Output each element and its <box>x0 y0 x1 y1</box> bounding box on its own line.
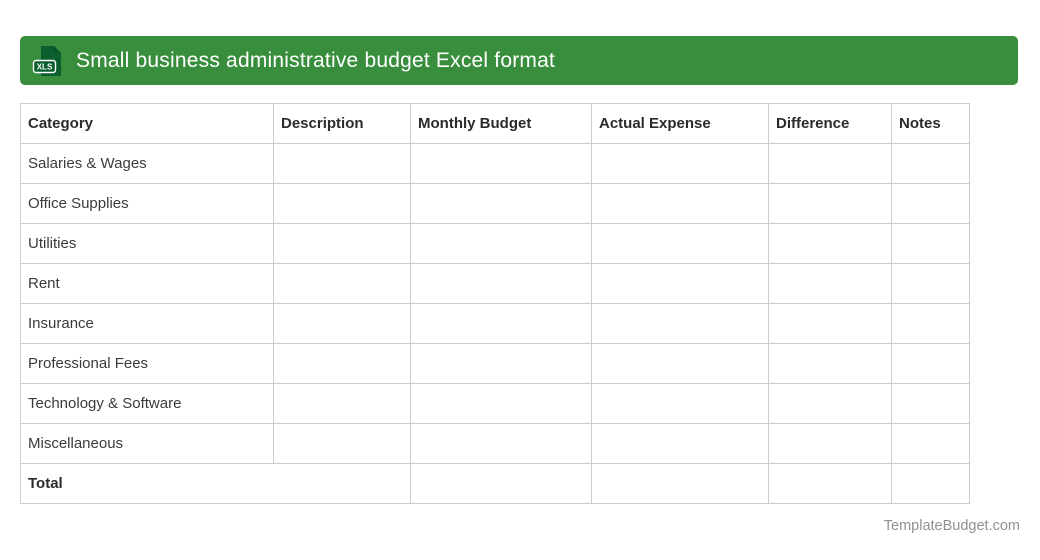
total-row: Total <box>20 463 970 504</box>
empty-cell-description <box>273 303 411 344</box>
table-row: Technology & Software <box>20 383 970 424</box>
empty-cell-actual-expense <box>591 143 769 184</box>
empty-cell-description <box>273 223 411 264</box>
table-row: Utilities <box>20 223 970 264</box>
empty-cell-actual-expense <box>591 183 769 224</box>
category-cell: Office Supplies <box>20 183 274 224</box>
empty-cell-difference <box>768 343 892 384</box>
empty-cell-monthly-budget <box>410 143 592 184</box>
empty-cell-notes <box>891 263 970 304</box>
column-header-notes: Notes <box>891 103 970 144</box>
empty-cell-notes <box>891 303 970 344</box>
empty-cell-monthly-budget <box>410 183 592 224</box>
total-label-cell: Total <box>20 463 411 504</box>
category-cell: Miscellaneous <box>20 423 274 464</box>
empty-cell-actual-expense <box>591 343 769 384</box>
empty-cell-actual-expense <box>591 423 769 464</box>
empty-cell-notes <box>891 143 970 184</box>
empty-cell-notes <box>891 383 970 424</box>
empty-cell-notes <box>891 183 970 224</box>
empty-cell-actual-expense <box>591 263 769 304</box>
page-title: Small business administrative budget Exc… <box>76 48 556 72</box>
budget-table: Category Description Monthly Budget Actu… <box>20 103 970 504</box>
xls-icon-label: XLS <box>37 62 53 71</box>
category-cell: Salaries & Wages <box>20 143 274 184</box>
empty-cell-monthly-budget <box>410 383 592 424</box>
empty-cell-actual-expense <box>591 383 769 424</box>
empty-cell-actual-expense <box>591 223 769 264</box>
empty-cell-difference <box>768 143 892 184</box>
table-row: Miscellaneous <box>20 423 970 464</box>
empty-cell-notes <box>891 423 970 464</box>
empty-cell-difference <box>768 183 892 224</box>
xls-file-icon: XLS <box>32 45 61 76</box>
column-header-actual-expense: Actual Expense <box>591 103 769 144</box>
empty-cell-difference <box>768 303 892 344</box>
empty-cell-monthly-budget <box>410 423 592 464</box>
empty-cell-description <box>273 143 411 184</box>
empty-cell-difference <box>768 463 892 504</box>
category-cell: Insurance <box>20 303 274 344</box>
empty-cell-notes <box>891 343 970 384</box>
empty-cell-actual-expense <box>591 463 769 504</box>
category-cell: Technology & Software <box>20 383 274 424</box>
title-bar: XLS Small business administrative budget… <box>20 36 1018 85</box>
column-header-category: Category <box>20 103 274 144</box>
empty-cell-difference <box>768 383 892 424</box>
category-cell: Rent <box>20 263 274 304</box>
column-header-difference: Difference <box>768 103 892 144</box>
empty-cell-notes <box>891 463 970 504</box>
table-row: Salaries & Wages <box>20 143 970 184</box>
empty-cell-monthly-budget <box>410 343 592 384</box>
table-row: Office Supplies <box>20 183 970 224</box>
table-row: Insurance <box>20 303 970 344</box>
header-row: Category Description Monthly Budget Actu… <box>20 103 970 144</box>
column-header-description: Description <box>273 103 411 144</box>
page: XLS Small business administrative budget… <box>0 0 1040 560</box>
empty-cell-description <box>273 383 411 424</box>
empty-cell-description <box>273 343 411 384</box>
empty-cell-description <box>273 423 411 464</box>
empty-cell-monthly-budget <box>410 303 592 344</box>
column-header-monthly-budget: Monthly Budget <box>410 103 592 144</box>
empty-cell-difference <box>768 423 892 464</box>
empty-cell-notes <box>891 223 970 264</box>
site-credit: TemplateBudget.com <box>883 518 1020 534</box>
category-cell: Professional Fees <box>20 343 274 384</box>
empty-cell-difference <box>768 263 892 304</box>
table-row: Rent <box>20 263 970 304</box>
empty-cell-difference <box>768 223 892 264</box>
empty-cell-actual-expense <box>591 303 769 344</box>
table-row: Professional Fees <box>20 343 970 384</box>
empty-cell-monthly-budget <box>410 463 592 504</box>
category-cell: Utilities <box>20 223 274 264</box>
empty-cell-description <box>273 263 411 304</box>
empty-cell-monthly-budget <box>410 223 592 264</box>
empty-cell-description <box>273 183 411 224</box>
empty-cell-monthly-budget <box>410 263 592 304</box>
